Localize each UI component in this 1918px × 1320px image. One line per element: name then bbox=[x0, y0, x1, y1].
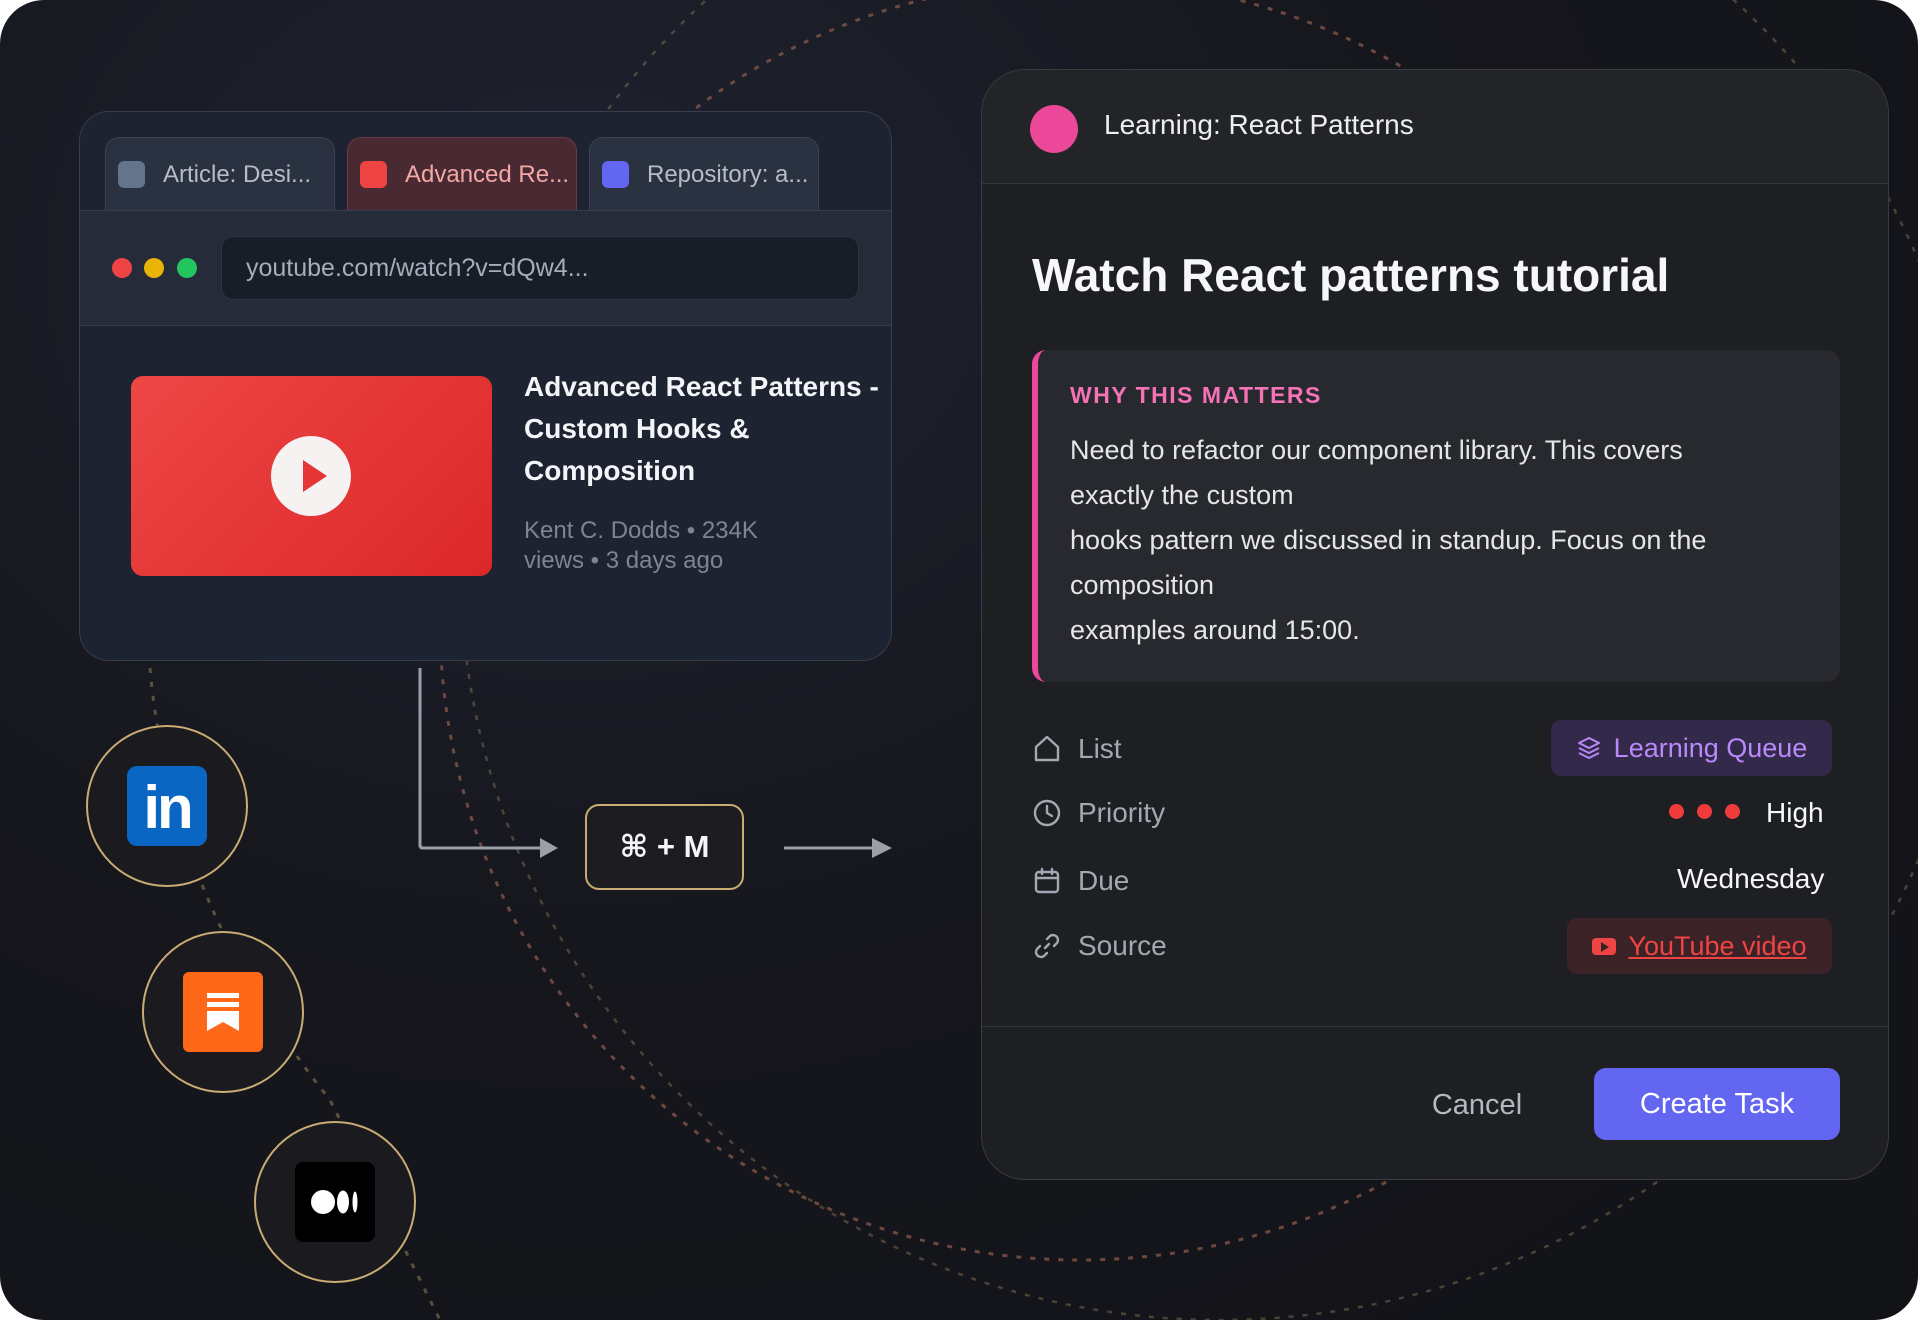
why-line: Need to refactor our component library. … bbox=[1070, 435, 1683, 465]
priority-value[interactable]: High bbox=[1766, 797, 1824, 829]
source-label: Source bbox=[1078, 930, 1167, 961]
keyboard-shortcut-badge: ⌘ + M bbox=[585, 804, 744, 890]
field-list-label: List bbox=[1032, 729, 1122, 769]
app-linkedin[interactable]: in bbox=[86, 725, 248, 887]
list-select[interactable]: Learning Queue bbox=[1551, 720, 1832, 776]
due-value[interactable]: Wednesday bbox=[1677, 863, 1824, 895]
list-value: Learning Queue bbox=[1613, 732, 1808, 763]
medium-glyph-icon bbox=[311, 1190, 358, 1214]
video-meta: Kent C. Dodds • 234K views • 3 days ago bbox=[524, 517, 758, 574]
tab-youtube-video[interactable]: Advanced Re... bbox=[347, 137, 577, 211]
video-thumbnail[interactable] bbox=[131, 376, 492, 576]
modal-header: Learning: React Patterns bbox=[982, 70, 1888, 184]
medium-icon bbox=[295, 1162, 375, 1242]
tab-article[interactable]: Article: Desi... bbox=[105, 137, 335, 211]
substack-icon bbox=[183, 972, 263, 1052]
due-label: Due bbox=[1078, 865, 1130, 896]
youtube-favicon-icon bbox=[360, 161, 387, 188]
footer-divider bbox=[982, 1026, 1888, 1027]
why-line: exactly the custom bbox=[1070, 480, 1294, 510]
list-label: List bbox=[1078, 733, 1122, 764]
linkedin-icon: in bbox=[127, 766, 207, 846]
close-window-dot[interactable] bbox=[112, 258, 132, 278]
tab-repository[interactable]: Repository: a... bbox=[589, 137, 819, 211]
why-line: examples around 15:00. bbox=[1070, 615, 1360, 645]
repository-favicon-icon bbox=[602, 161, 629, 188]
why-text: Need to refactor our component library. … bbox=[1070, 428, 1810, 653]
cancel-button[interactable]: Cancel bbox=[1412, 1070, 1542, 1140]
project-title: Learning: React Patterns bbox=[1104, 109, 1414, 140]
task-title[interactable]: Watch React patterns tutorial bbox=[1032, 248, 1669, 302]
browser-tab-bar: Article: Desi... Advanced Re... Reposito… bbox=[80, 112, 891, 211]
priority-label: Priority bbox=[1078, 797, 1166, 828]
tab-label: Repository: a... bbox=[647, 160, 809, 188]
priority-dot[interactable] bbox=[1697, 804, 1712, 819]
tab-label: Advanced Re... bbox=[405, 160, 570, 188]
calendar-icon bbox=[1034, 867, 1060, 894]
canvas: Article: Desi... Advanced Re... Reposito… bbox=[0, 0, 1918, 1320]
field-source-label: Source bbox=[1032, 926, 1167, 966]
field-due-label: Due bbox=[1032, 861, 1129, 901]
why-this-matters-box[interactable]: WHY THIS MATTERS Need to refactor our co… bbox=[1032, 350, 1840, 682]
youtube-icon bbox=[1592, 937, 1617, 955]
layers-icon bbox=[1577, 737, 1600, 759]
priority-dot[interactable] bbox=[1725, 804, 1740, 819]
create-task-button[interactable]: Create Task bbox=[1594, 1068, 1840, 1140]
substack-glyph-icon bbox=[207, 993, 239, 1031]
video-title[interactable]: Advanced React Patterns - Custom Hooks &… bbox=[524, 366, 884, 492]
minimize-window-dot[interactable] bbox=[144, 258, 164, 278]
browser-window: Article: Desi... Advanced Re... Reposito… bbox=[79, 111, 892, 661]
clock-icon bbox=[1033, 799, 1061, 827]
project-color-dot bbox=[1030, 105, 1078, 153]
article-favicon-icon bbox=[118, 161, 145, 188]
play-icon[interactable] bbox=[271, 436, 351, 516]
field-priority-label: Priority bbox=[1032, 793, 1165, 833]
why-label: WHY THIS MATTERS bbox=[1070, 382, 1322, 408]
tab-label: Article: Desi... bbox=[163, 160, 312, 188]
priority-dot[interactable] bbox=[1669, 804, 1684, 819]
address-bar[interactable]: youtube.com/watch?v=dQw4... bbox=[221, 236, 859, 300]
create-task-modal: Learning: React Patterns Watch React pat… bbox=[981, 69, 1889, 1180]
why-line: composition bbox=[1070, 570, 1215, 600]
why-line: hooks pattern we discussed in standup. F… bbox=[1070, 525, 1707, 555]
house-icon bbox=[1034, 735, 1060, 762]
app-medium[interactable] bbox=[254, 1121, 416, 1283]
app-substack[interactable] bbox=[142, 931, 304, 1093]
link-icon bbox=[1034, 933, 1060, 959]
source-value: YouTube video bbox=[1628, 930, 1807, 961]
source-link[interactable]: YouTube video bbox=[1567, 918, 1832, 974]
video-content: Advanced React Patterns - Custom Hooks &… bbox=[80, 326, 891, 660]
browser-toolbar: youtube.com/watch?v=dQw4... bbox=[80, 210, 891, 326]
maximize-window-dot[interactable] bbox=[177, 258, 197, 278]
